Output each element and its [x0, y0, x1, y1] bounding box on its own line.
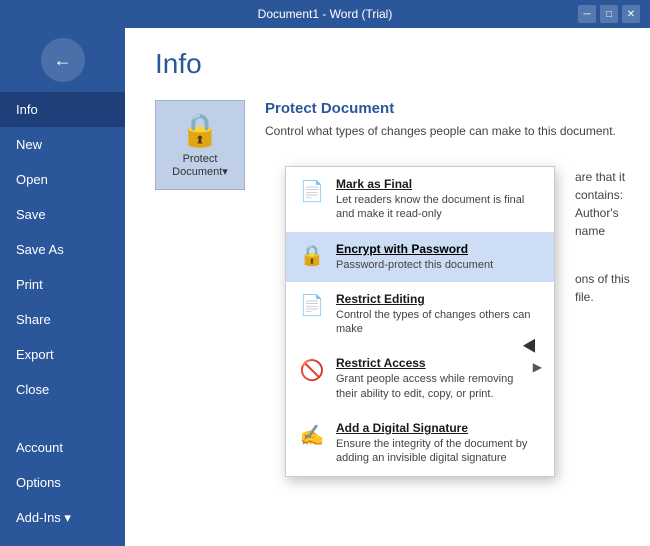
restrict-access-title: Restrict Access [336, 356, 523, 370]
restrict-access-icon: 🚫 [298, 356, 326, 384]
digital-signature-desc: Ensure the integrity of the document by … [336, 437, 542, 466]
menu-item-restrict-access[interactable]: 🚫 Restrict Access Grant people access wh… [286, 346, 554, 411]
digital-signature-icon: ✍ [298, 421, 326, 449]
main-layout: ← Info New Open Save Save As Print Share [0, 28, 650, 546]
content-area: Info 🔒 Protect Document▾ Protect Documen… [125, 28, 650, 546]
menu-item-encrypt-password[interactable]: 🔒 Encrypt with Password Password-protect… [286, 232, 554, 282]
protect-document-button[interactable]: 🔒 Protect Document▾ [155, 100, 245, 190]
window-controls: ─ □ ✕ [578, 5, 640, 23]
mark-final-title: Mark as Final [336, 177, 542, 191]
sidebar-item-account[interactable]: Account [0, 430, 125, 465]
lock-icon: 🔒 [180, 111, 220, 149]
menu-item-mark-final[interactable]: 📄 Mark as Final Let readers know the doc… [286, 167, 554, 232]
back-button[interactable]: ← [41, 38, 85, 82]
sidebar-item-addins[interactable]: Add-Ins ▾ [0, 500, 125, 536]
back-arrow-icon: ← [54, 50, 72, 71]
mark-final-icon: 📄 [298, 177, 326, 205]
protect-dropdown-menu: 📄 Mark as Final Let readers know the doc… [285, 166, 555, 477]
restrict-editing-desc: Control the types of changes others can … [336, 308, 542, 337]
restrict-access-content: Restrict Access Grant people access whil… [336, 356, 523, 401]
sidebar-bottom: Account Options Add-Ins ▾ [0, 430, 125, 546]
right-text-3: ons of this file. [575, 270, 650, 306]
sidebar-item-open[interactable]: Open [0, 162, 125, 197]
restrict-editing-title: Restrict Editing [336, 292, 542, 306]
page-title: Info [155, 48, 620, 80]
protect-text: Protect Document Control what types of c… [265, 100, 616, 140]
protect-description: Control what types of changes people can… [265, 123, 616, 140]
encrypt-content: Encrypt with Password Password-protect t… [336, 242, 542, 272]
sidebar-item-new[interactable]: New [0, 127, 125, 162]
title-bar: Document1 - Word (Trial) ─ □ ✕ [0, 0, 650, 28]
right-text-2: Author's name [575, 204, 650, 240]
window-title: Document1 - Word (Trial) [258, 7, 393, 21]
encrypt-icon: 🔒 [298, 242, 326, 270]
sidebar-item-export[interactable]: Export [0, 337, 125, 372]
digital-signature-content: Add a Digital Signature Ensure the integ… [336, 421, 542, 466]
digital-signature-title: Add a Digital Signature [336, 421, 542, 435]
mark-final-desc: Let readers know the document is final a… [336, 193, 542, 222]
restrict-access-desc: Grant people access while removing their… [336, 372, 523, 401]
sidebar-item-saveas[interactable]: Save As [0, 232, 125, 267]
sidebar-item-info[interactable]: Info [0, 92, 125, 127]
encrypt-title: Encrypt with Password [336, 242, 542, 256]
mark-final-content: Mark as Final Let readers know the docum… [336, 177, 542, 222]
minimize-button[interactable]: ─ [578, 5, 596, 23]
encrypt-desc: Password-protect this document [336, 258, 542, 272]
sidebar-item-save[interactable]: Save [0, 197, 125, 232]
menu-item-digital-signature[interactable]: ✍ Add a Digital Signature Ensure the int… [286, 411, 554, 476]
sidebar-item-close[interactable]: Close [0, 372, 125, 407]
sidebar-item-options[interactable]: Options [0, 465, 125, 500]
menu-item-restrict-editing[interactable]: 📄 Restrict Editing Control the types of … [286, 282, 554, 347]
protect-button-label: Protect Document▾ [172, 153, 228, 179]
close-button[interactable]: ✕ [622, 5, 640, 23]
sidebar: ← Info New Open Save Save As Print Share [0, 28, 125, 546]
sidebar-item-share[interactable]: Share [0, 302, 125, 337]
maximize-button[interactable]: □ [600, 5, 618, 23]
sidebar-nav: Info New Open Save Save As Print Share E… [0, 92, 125, 546]
right-text-1: are that it contains: [575, 168, 650, 204]
sidebar-item-print[interactable]: Print [0, 267, 125, 302]
restrict-editing-icon: 📄 [298, 292, 326, 320]
restrict-editing-content: Restrict Editing Control the types of ch… [336, 292, 542, 337]
protect-heading: Protect Document [265, 100, 616, 117]
right-content-partial: are that it contains: Author's name ons … [575, 168, 650, 336]
submenu-arrow-icon: ▶ [533, 360, 542, 374]
